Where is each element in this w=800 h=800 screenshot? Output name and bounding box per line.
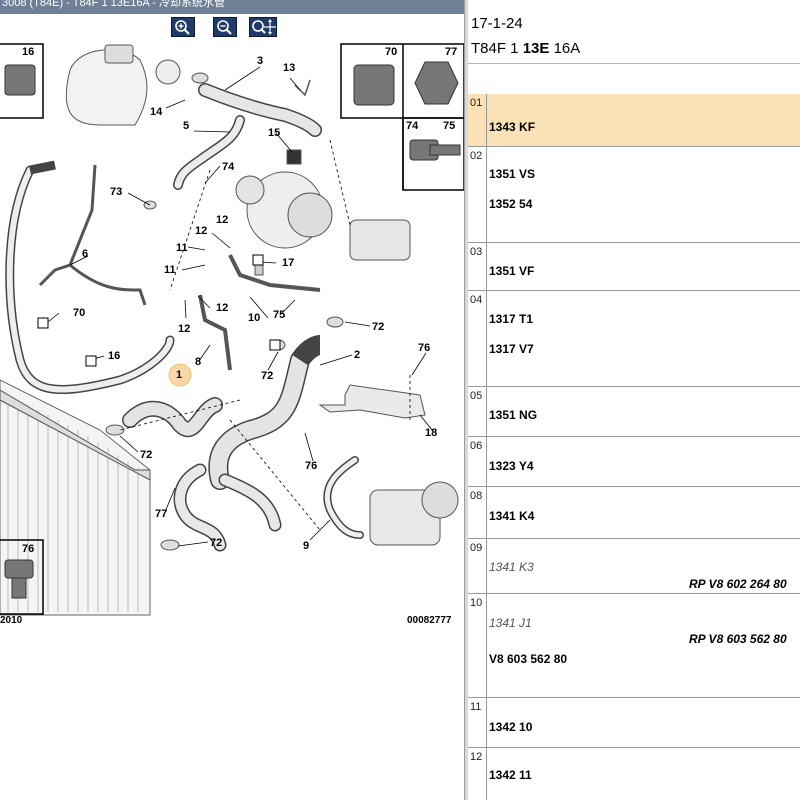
part-reference[interactable]: 1342 11 (489, 768, 532, 782)
parts-row-12[interactable]: 12 1342 11 (468, 748, 800, 800)
callout-70-inset[interactable]: 70 (385, 46, 397, 58)
vehicle-code-suffix: 16A (553, 40, 581, 57)
part-reference-superseded[interactable]: 1341 K3 (489, 560, 534, 574)
row-number: 02 (468, 147, 487, 242)
parts-list-header: 17-1-24 T84F 1 13E 16A (468, 0, 800, 95)
callout-8[interactable]: 8 (195, 356, 201, 368)
part-reference[interactable]: 1351 NG (489, 408, 537, 422)
parts-row-09[interactable]: 09 1341 K3 RP V8 602 264 80 (468, 539, 800, 594)
part-reference[interactable]: 1317 T1 (489, 312, 533, 326)
part-reference-superseded[interactable]: 1341 J1 (489, 616, 532, 630)
callout-16[interactable]: 16 (108, 350, 120, 362)
zoom-out-icon (217, 20, 232, 35)
parts-row-08[interactable]: 08 1341 K4 (468, 487, 800, 539)
part-reference[interactable]: 1351 VS (489, 167, 535, 181)
callout-74-inset[interactable]: 74 (406, 120, 418, 132)
callout-12-b[interactable]: 12 (216, 214, 228, 226)
exploded-parts-diagram: 16 70 77 74 75 3 13 14 5 15 74 73 12 12 … (0, 40, 464, 800)
part-reference[interactable]: 1323 Y4 (489, 459, 534, 473)
callout-76-inset[interactable]: 76 (22, 543, 34, 555)
callout-11-b[interactable]: 11 (164, 264, 176, 276)
callout-9[interactable]: 9 (303, 540, 309, 552)
callout-70[interactable]: 70 (73, 307, 85, 319)
part-reference[interactable]: 1342 10 (489, 720, 532, 734)
part-reference[interactable]: 1351 VF (489, 264, 534, 278)
parts-row-11[interactable]: 11 1342 10 (468, 698, 800, 748)
row-number: 08 (468, 487, 487, 538)
parts-row-02[interactable]: 02 1351 VS 1352 54 (468, 147, 800, 243)
window-title-bar: 3008 (T84E) - T84F 1 13E16A - 冷却系统水管 (0, 0, 464, 14)
zoom-in-icon (175, 20, 190, 35)
diagram-year: 2010 (0, 615, 23, 626)
callout-12-c[interactable]: 12 (216, 302, 228, 314)
zoom-out-button[interactable] (213, 17, 237, 37)
parts-row-03[interactable]: 03 1351 VF (468, 243, 800, 291)
callout-14[interactable]: 14 (150, 106, 162, 118)
row-number: 11 (468, 698, 487, 747)
callout-15[interactable]: 15 (268, 127, 280, 139)
callout-18[interactable]: 18 (425, 427, 437, 439)
callout-11-a[interactable]: 11 (176, 242, 188, 254)
diagram-drawing (0, 43, 464, 616)
callout-75[interactable]: 75 (273, 309, 285, 321)
callout-12-a[interactable]: 12 (195, 225, 207, 237)
callout-72-a[interactable]: 72 (372, 321, 384, 333)
header-divider (468, 63, 800, 64)
parts-row-05[interactable]: 05 1351 NG (468, 387, 800, 437)
callout-76-a[interactable]: 76 (418, 342, 430, 354)
callout-13[interactable]: 13 (283, 62, 295, 74)
callout-77-inset[interactable]: 77 (445, 46, 457, 58)
catalog-date: 17-1-24 (471, 15, 523, 32)
callout-12-d[interactable]: 12 (178, 323, 190, 335)
replacement-reference[interactable]: RP V8 603 562 80 (689, 632, 787, 646)
callout-72-c[interactable]: 72 (140, 449, 152, 461)
parts-row-10[interactable]: 10 1341 J1 RP V8 603 562 80 V8 603 562 8… (468, 594, 800, 698)
parts-list-panel: 17-1-24 T84F 1 13E 16A 01 1343 KF 02 135… (468, 0, 800, 800)
part-reference[interactable]: 1341 K4 (489, 509, 534, 523)
callout-76-b[interactable]: 76 (305, 460, 317, 472)
callout-1[interactable]: 1 (176, 369, 182, 381)
row-number: 03 (468, 243, 487, 290)
vehicle-code: T84F 1 13E 16A (471, 40, 580, 57)
diagram-panel: 3008 (T84E) - T84F 1 13E16A - 冷却系统水管 16 … (0, 0, 464, 800)
parts-row-01[interactable]: 01 1343 KF (468, 94, 800, 147)
row-number: 01 (468, 94, 487, 146)
callout-6[interactable]: 6 (82, 248, 88, 260)
replacement-reference[interactable]: RP V8 602 264 80 (689, 577, 787, 591)
vehicle-code-prefix: T84F 1 (471, 40, 519, 57)
callout-73[interactable]: 73 (110, 186, 122, 198)
diagram-toolbar (0, 14, 464, 40)
callout-77[interactable]: 77 (155, 508, 167, 520)
part-reference[interactable]: 1343 KF (489, 120, 535, 134)
row-number: 05 (468, 387, 487, 436)
callout-72-b[interactable]: 72 (261, 370, 273, 382)
parts-row-06[interactable]: 06 1323 Y4 (468, 437, 800, 487)
row-number: 06 (468, 437, 487, 486)
callout-16-inset[interactable]: 16 (22, 46, 34, 58)
parts-row-04[interactable]: 04 1317 T1 1317 V7 (468, 291, 800, 387)
window-title: 3008 (T84E) - T84F 1 13E16A - 冷却系统水管 (2, 0, 225, 9)
row-number: 04 (468, 291, 487, 386)
callout-17[interactable]: 17 (282, 257, 294, 269)
callout-75-inset[interactable]: 75 (443, 120, 455, 132)
callout-2[interactable]: 2 (354, 349, 360, 361)
callout-3[interactable]: 3 (257, 55, 263, 67)
callout-74[interactable]: 74 (222, 161, 234, 173)
callout-10[interactable]: 10 (248, 312, 260, 324)
row-number: 10 (468, 594, 487, 697)
part-reference[interactable]: 1352 54 (489, 197, 532, 211)
row-number: 09 (468, 539, 487, 593)
row-number: 12 (468, 748, 487, 800)
callout-5[interactable]: 5 (183, 120, 189, 132)
zoom-in-button[interactable] (171, 17, 195, 37)
vehicle-code-bold: 13E (522, 40, 550, 57)
part-reference[interactable]: V8 603 562 80 (489, 652, 567, 666)
callout-72-d[interactable]: 72 (210, 537, 222, 549)
zoom-fit-button[interactable] (249, 17, 277, 37)
part-reference[interactable]: 1317 V7 (489, 342, 534, 356)
diagram-reference: 00082777 (407, 615, 452, 626)
zoom-fit-icon (252, 19, 276, 35)
